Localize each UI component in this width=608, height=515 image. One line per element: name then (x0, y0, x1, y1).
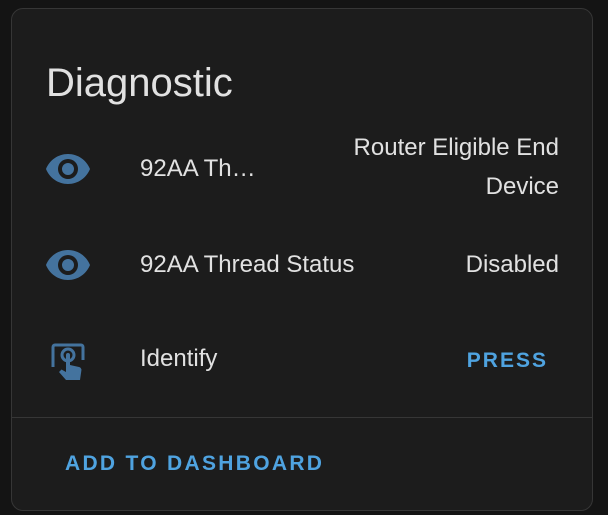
press-button[interactable]: PRESS (467, 349, 548, 373)
eye-icon (44, 241, 92, 289)
gesture-tap-button-icon (44, 337, 92, 385)
entity-state-line-2: Device (485, 173, 559, 200)
add-to-dashboard-button[interactable]: ADD TO DASHBOARD (65, 452, 324, 476)
entity-name: 92AA Thread Status (140, 251, 355, 278)
entity-name: 92AA Th… (140, 155, 256, 182)
entity-state-line-1: Router Eligible End (353, 134, 559, 161)
entity-row-thread-status[interactable]: 92AA Thread Status Disabled (12, 237, 592, 293)
entity-name: Identify (140, 345, 218, 372)
entity-row-thread-role[interactable]: 92AA Th… Router Eligible End Device (12, 127, 592, 207)
entity-state: Disabled (465, 251, 559, 278)
diagnostic-card: Diagnostic 92AA Th… Router Eligible End … (11, 8, 593, 511)
card-divider (12, 417, 592, 418)
eye-icon (44, 145, 92, 193)
entity-state: Router Eligible End Device (354, 128, 559, 206)
card-title: Diagnostic (46, 61, 233, 105)
entity-row-identify[interactable]: Identify PRESS (12, 331, 592, 391)
